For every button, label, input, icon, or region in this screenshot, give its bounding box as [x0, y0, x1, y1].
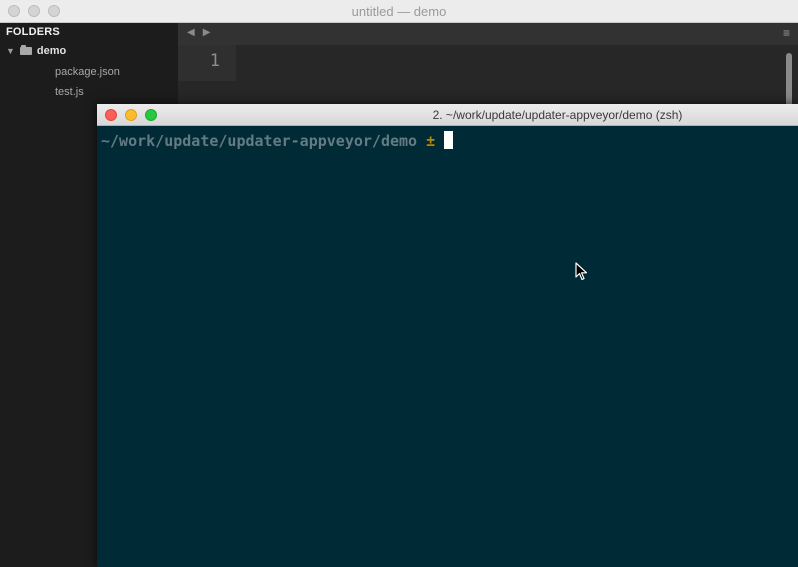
terminal-body[interactable]: ~/work/update/updater-appveyor/demo ±: [97, 126, 798, 567]
sidebar-file-package-json[interactable]: package.json: [55, 66, 120, 78]
disclosure-triangle-icon[interactable]: ▼: [6, 46, 15, 56]
sidebar-folder-label: demo: [36, 45, 67, 57]
prompt-path: ~/work/update/updater-appveyor/demo: [101, 132, 418, 150]
tab-bar: ◀ ▶ ≡: [178, 23, 798, 45]
back-arrow-icon[interactable]: ◀: [187, 27, 195, 38]
terminal-window-title: 2. ~/work/update/updater-appveyor/demo (…: [432, 108, 683, 122]
sidebar-heading: FOLDERS: [6, 26, 60, 38]
folder-open-icon: [19, 45, 32, 55]
menu-icon[interactable]: ≡: [783, 26, 790, 40]
editor-titlebar[interactable]: untitled — demo: [0, 0, 798, 23]
sidebar-file-test-js[interactable]: test.js: [55, 86, 84, 98]
line-number: 1: [209, 51, 220, 71]
shell-prompt: ~/work/update/updater-appveyor/demo ±: [101, 131, 454, 150]
mouse-pointer-icon: [575, 262, 588, 281]
terminal-titlebar[interactable]: 2. ~/work/update/updater-appveyor/demo (…: [97, 104, 798, 126]
sidebar-folder-demo[interactable]: ▼ demo: [6, 45, 66, 57]
terminal-window: 2. ~/work/update/updater-appveyor/demo (…: [97, 104, 798, 567]
editor-window-title: untitled — demo: [351, 4, 447, 19]
text-cursor: [444, 131, 454, 149]
forward-arrow-icon[interactable]: ▶: [203, 27, 211, 38]
tab-navigation: ◀ ▶: [187, 27, 210, 38]
prompt-git-symbol: ±: [426, 132, 436, 150]
